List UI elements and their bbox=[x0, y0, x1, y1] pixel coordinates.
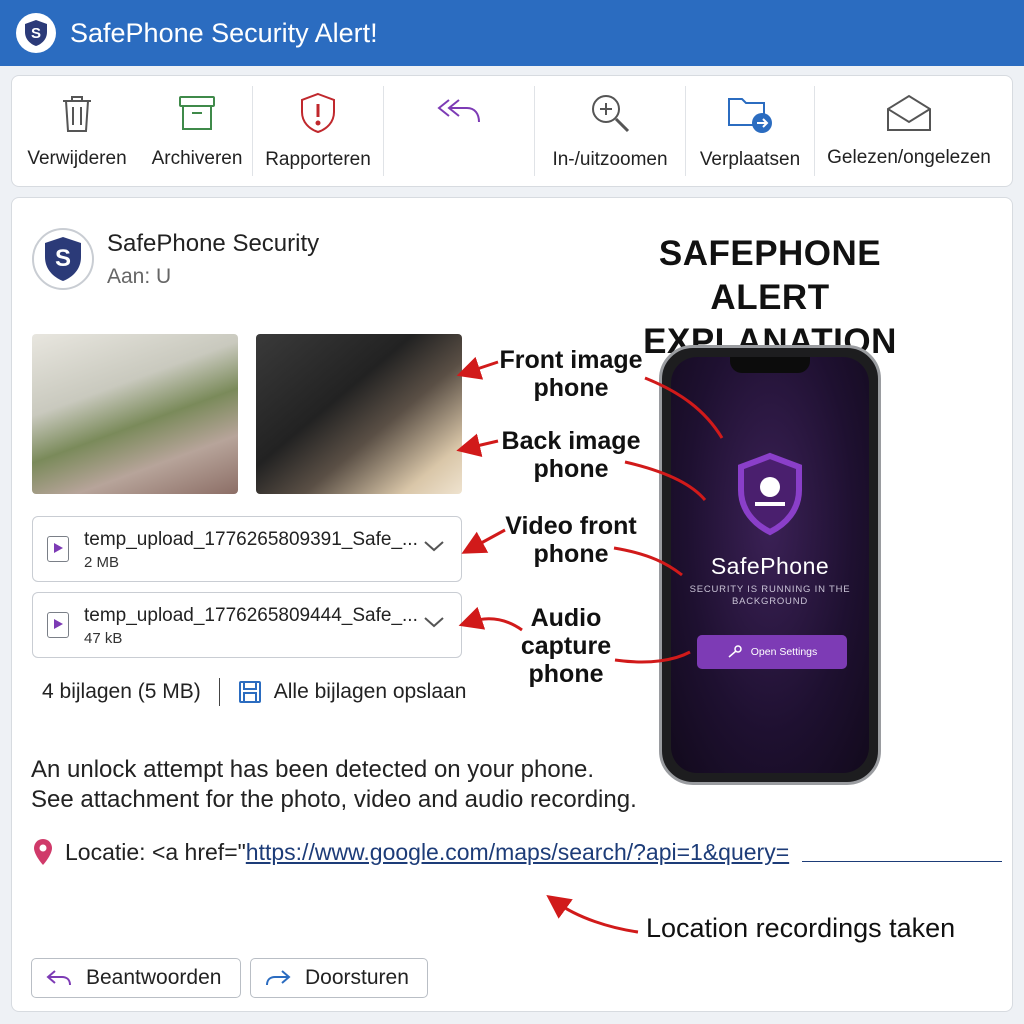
leader-front-image bbox=[644, 376, 724, 439]
arrow-audio-capture bbox=[458, 606, 523, 632]
leader-back-image bbox=[624, 460, 707, 501]
arrow-location bbox=[546, 894, 639, 934]
arrow-video-front bbox=[461, 528, 506, 554]
leader-audio-capture bbox=[614, 650, 691, 664]
arrow-front-image bbox=[456, 356, 499, 380]
leader-video-front bbox=[613, 546, 683, 577]
arrow-back-image bbox=[456, 433, 499, 457]
annotation-arrows bbox=[456, 356, 724, 934]
